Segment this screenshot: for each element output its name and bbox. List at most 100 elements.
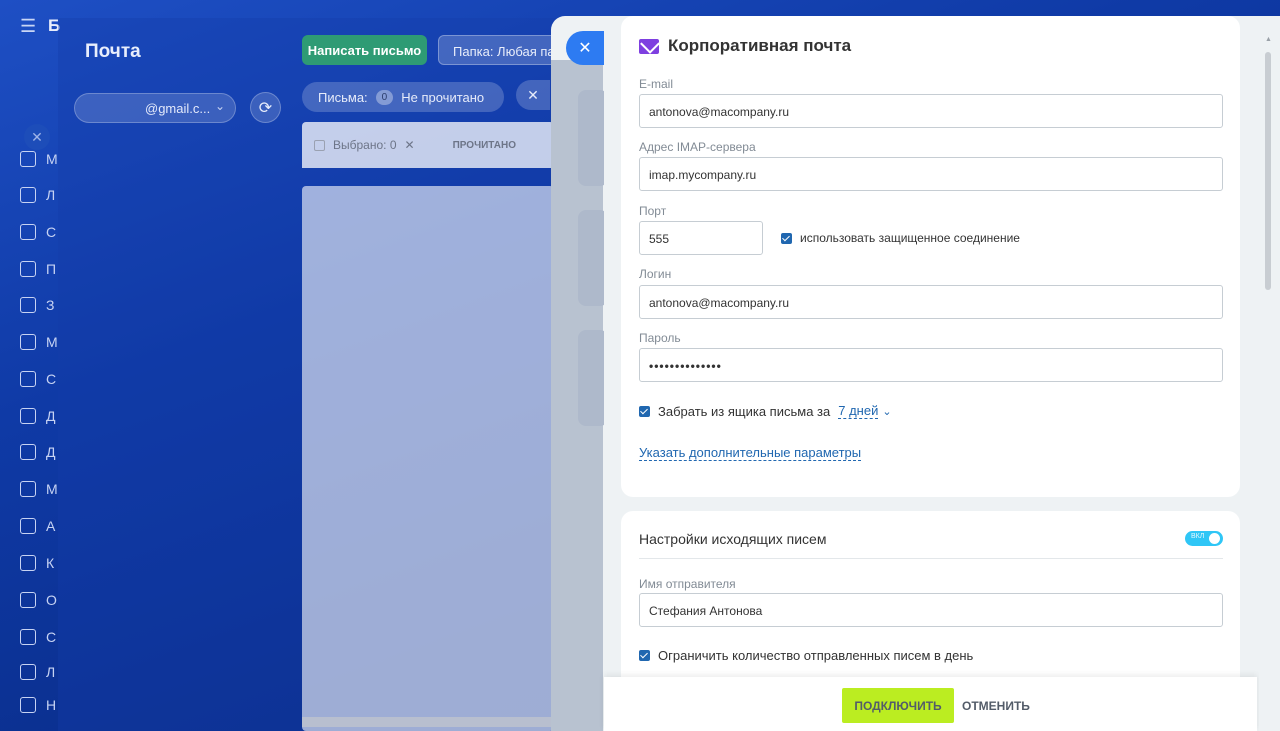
sidebar-item[interactable]: Л: [14, 659, 58, 685]
toggle-label: ВКЛ: [1191, 533, 1205, 540]
sidebar-item[interactable]: Д: [14, 439, 58, 465]
unread-label: Не прочитано: [401, 89, 485, 105]
sidebar-item-icon: [20, 697, 36, 713]
sidebar-item-icon: [20, 555, 36, 571]
account-selector[interactable]: @gmail.c... ⌄: [74, 93, 236, 123]
secure-connection-checkbox[interactable]: [781, 232, 792, 244]
page-title: Почта: [85, 41, 141, 62]
sidebar-item-icon: [20, 444, 36, 460]
sidebar-item-icon: [20, 261, 36, 277]
email-field[interactable]: antonova@macompany.ru: [639, 94, 1223, 128]
sidebar-item-label: З: [46, 297, 55, 313]
sender-name-field[interactable]: Стефания Антонова: [639, 593, 1223, 627]
imap-server-field[interactable]: imap.mycompany.ru: [639, 157, 1223, 191]
fetch-checkbox[interactable]: [639, 405, 650, 417]
sidebar-item-label: А: [46, 518, 56, 534]
list-toolbar: Выбрано: 0 ✕ ПРОЧИТАНО: [302, 122, 554, 168]
sidebar-item-label: С: [46, 224, 57, 240]
folder-filter[interactable]: Папка: Любая пап: [438, 35, 568, 65]
email-label: E-mail: [639, 77, 674, 91]
sidebar-item[interactable]: С: [14, 366, 58, 392]
sidebar-item[interactable]: С: [14, 219, 58, 245]
sidebar-item-label: П: [46, 261, 57, 277]
fetch-option[interactable]: Забрать из ящика письма за 7 дней ⌄: [639, 403, 892, 419]
card-title: Корпоративная почта: [639, 36, 851, 56]
refresh-icon[interactable]: ⟳: [250, 92, 281, 123]
account-label: @gmail.c...: [145, 101, 211, 116]
mail-list-scrollbar[interactable]: [302, 717, 554, 727]
divider: [639, 558, 1223, 559]
sidebar-item[interactable]: Л: [14, 182, 58, 208]
secure-connection-label: использовать защищенное соединение: [800, 231, 1020, 245]
close-slider-button[interactable]: ✕: [566, 31, 604, 65]
sidebar-item-icon: [20, 224, 36, 240]
mailbox-title: Корпоративная почта: [668, 36, 852, 55]
sidebar-item[interactable]: М: [14, 476, 58, 502]
chevron-down-icon[interactable]: ⌄: [882, 405, 891, 418]
sidebar-item-label: Л: [46, 187, 56, 203]
letters-filter[interactable]: Письма: 0 Не прочитано: [302, 82, 504, 112]
sidebar-item-icon: [20, 481, 36, 497]
sidebar-item-icon: [20, 334, 36, 350]
sidebar-item[interactable]: О: [14, 587, 58, 613]
sidebar-item-label: Д: [46, 444, 56, 460]
write-letter-button[interactable]: Написать письмо: [302, 35, 427, 65]
select-all-checkbox[interactable]: [314, 139, 325, 151]
clear-selection-icon[interactable]: ✕: [405, 138, 415, 152]
password-field[interactable]: ••••••••••••••: [639, 348, 1223, 382]
outgoing-toggle[interactable]: ВКЛ: [1185, 531, 1223, 546]
sidebar-item[interactable]: М: [14, 329, 58, 355]
mailbox-settings-card: [621, 16, 1240, 497]
menu-icon[interactable]: ☰: [20, 16, 36, 37]
sidebar-item-icon: [20, 151, 36, 167]
password-label: Пароль: [639, 331, 681, 345]
limit-label: Ограничить количество отправленных писем…: [658, 648, 974, 663]
cancel-button[interactable]: ОТМЕНИТЬ: [962, 688, 1030, 723]
panel-scrollbar[interactable]: ▲: [1259, 16, 1280, 731]
sidebar-item-label: Л: [46, 664, 56, 680]
limit-checkbox[interactable]: [639, 650, 650, 661]
sidebar-item-icon: [20, 664, 36, 680]
sidebar-item[interactable]: С: [14, 624, 58, 650]
limit-option[interactable]: Ограничить количество отправленных писем…: [639, 648, 973, 663]
sender-name-label: Имя отправителя: [639, 577, 736, 591]
sidebar-item-label: Д: [46, 408, 56, 424]
sidebar-item-icon: [20, 408, 36, 424]
scroll-up-icon[interactable]: ▲: [1265, 36, 1272, 43]
sidebar-item[interactable]: К: [14, 550, 58, 576]
unread-count-badge: 0: [375, 89, 394, 105]
port-label: Порт: [639, 204, 667, 218]
clear-filter-icon[interactable]: ✕: [516, 80, 550, 110]
sidebar-item-label: О: [46, 592, 57, 608]
sidebar-item[interactable]: А: [14, 513, 58, 539]
selected-count: Выбрано: 0: [333, 138, 397, 152]
port-field[interactable]: 555: [639, 221, 763, 255]
sidebar-item[interactable]: П: [14, 256, 58, 282]
login-label: Логин: [639, 267, 672, 281]
sidebar-item-icon: [20, 518, 36, 534]
sidebar-item-label: М: [46, 481, 58, 497]
sidebar-item-label: К: [46, 555, 55, 571]
sidebar-item-icon: [20, 629, 36, 645]
sidebar-item-label: Н: [46, 697, 57, 713]
scrollbar-thumb[interactable]: [1265, 52, 1271, 290]
sidebar-item-label: С: [46, 629, 57, 645]
connect-button[interactable]: ПОДКЛЮЧИТЬ: [842, 688, 954, 723]
mark-read-button[interactable]: ПРОЧИТАНО: [453, 140, 516, 151]
envelope-icon: [639, 38, 659, 54]
sidebar-item[interactable]: З: [14, 292, 58, 318]
sidebar-item[interactable]: Д: [14, 403, 58, 429]
login-field[interactable]: antonova@macompany.ru: [639, 285, 1223, 319]
fetch-label: Забрать из ящика письма за: [658, 403, 831, 419]
secure-connection-option[interactable]: использовать защищенное соединение: [781, 231, 1020, 245]
advanced-params-link[interactable]: Указать дополнительные параметры: [639, 445, 862, 461]
sidebar-item-icon: [20, 371, 36, 387]
rail-close-icon[interactable]: ✕: [24, 124, 50, 150]
sidebar-item-icon: [20, 297, 36, 313]
sidebar-item-label: М: [46, 334, 58, 350]
fetch-days-select[interactable]: 7 дней: [838, 403, 879, 419]
close-icon: ✕: [578, 40, 592, 57]
sidebar-item[interactable]: Н: [14, 692, 58, 718]
outgoing-title: Настройки исходящих писем: [639, 531, 827, 547]
sidebar-item-label: М: [46, 151, 58, 167]
